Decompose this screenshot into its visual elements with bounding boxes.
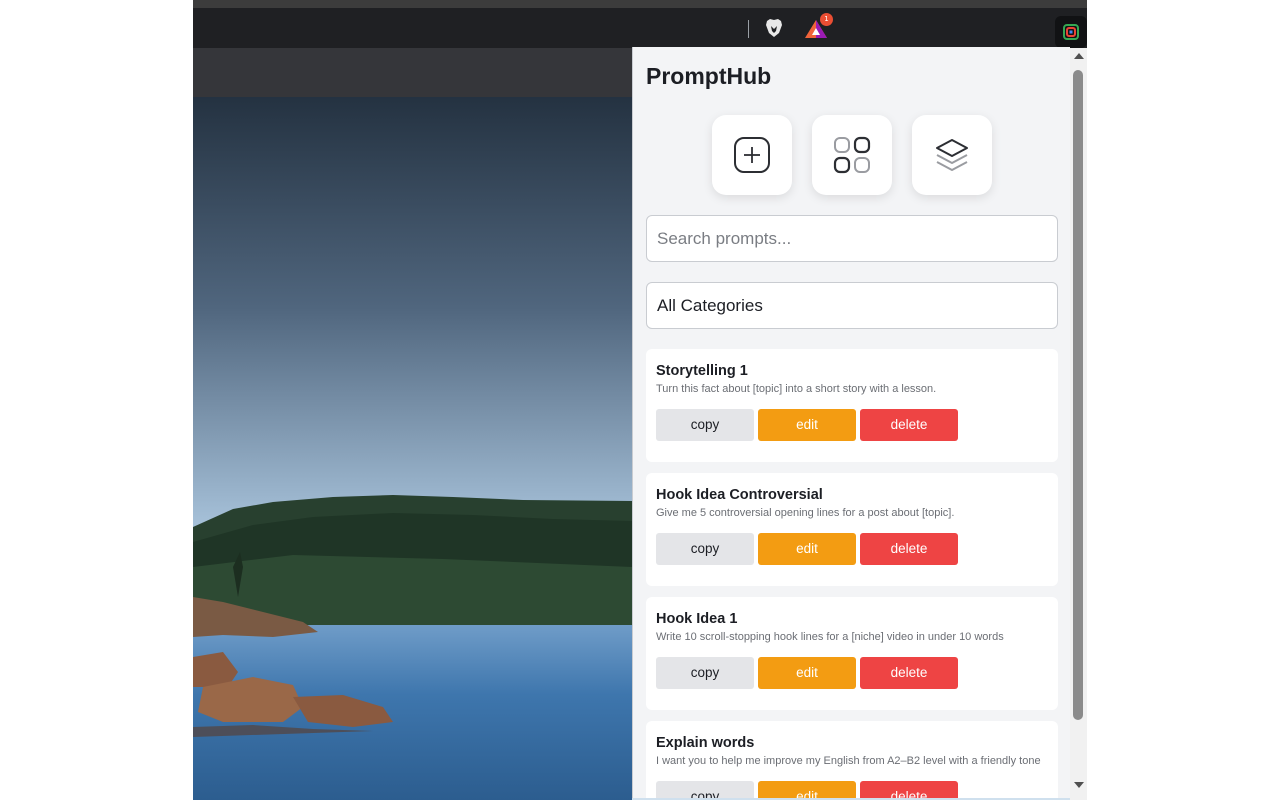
plus-square-icon [734,137,770,173]
delete-button[interactable]: delete [860,657,958,689]
prompthub-popup: PromptHub All Categories [632,47,1070,798]
popup-scrollbar[interactable] [1070,48,1087,800]
prompt-card: Explain words I want you to help me impr… [646,721,1058,798]
tab-strip [193,0,1087,8]
add-prompt-button[interactable] [712,115,792,195]
edit-button[interactable]: edit [758,409,856,441]
prompt-card: Hook Idea 1 Write 10 scroll-stopping hoo… [646,597,1058,710]
prompt-description: Turn this fact about [topic] into a shor… [656,383,937,395]
scroll-up-arrow-icon[interactable] [1074,53,1084,59]
toolbar-divider [748,20,749,38]
delete-button[interactable]: delete [860,533,958,565]
browser-toolbar: 1 [193,8,1087,48]
delete-button[interactable]: delete [860,781,958,798]
extension-button[interactable] [1055,16,1087,48]
delete-button[interactable]: delete [860,409,958,441]
layers-icon [936,139,968,171]
edit-button[interactable]: edit [758,781,856,798]
category-select[interactable]: All Categories [646,282,1058,329]
edit-button[interactable]: edit [758,657,856,689]
copy-button[interactable]: copy [656,781,754,798]
brave-shield-icon[interactable] [763,17,785,39]
prompt-description: I want you to help me improve my English… [656,755,1041,767]
copy-button[interactable]: copy [656,533,754,565]
app-title: PromptHub [646,63,772,89]
search-input[interactable] [646,215,1058,262]
grid-icon [833,136,871,174]
copy-button[interactable]: copy [656,657,754,689]
prompt-description: Give me 5 controversial opening lines fo… [656,507,955,519]
scroll-thumb[interactable] [1073,70,1083,720]
prompt-card: Storytelling 1 Turn this fact about [top… [646,349,1058,462]
prompt-description: Write 10 scroll-stopping hook lines for … [656,631,1004,643]
prompt-card: Hook Idea Controversial Give me 5 contro… [646,473,1058,586]
scroll-down-arrow-icon[interactable] [1074,782,1084,788]
copy-button[interactable]: copy [656,409,754,441]
extension-icon [1063,24,1079,40]
rewards-badge: 1 [820,13,833,26]
prompt-title: Explain words [656,735,755,751]
prompt-title: Storytelling 1 [656,363,748,379]
prompt-title: Hook Idea Controversial [656,487,823,503]
prompt-title: Hook Idea 1 [656,611,738,627]
collections-button[interactable] [912,115,992,195]
categories-button[interactable] [812,115,892,195]
edit-button[interactable]: edit [758,533,856,565]
screen: 1 PromptHub Search prompts... All Catego… [0,0,1280,800]
